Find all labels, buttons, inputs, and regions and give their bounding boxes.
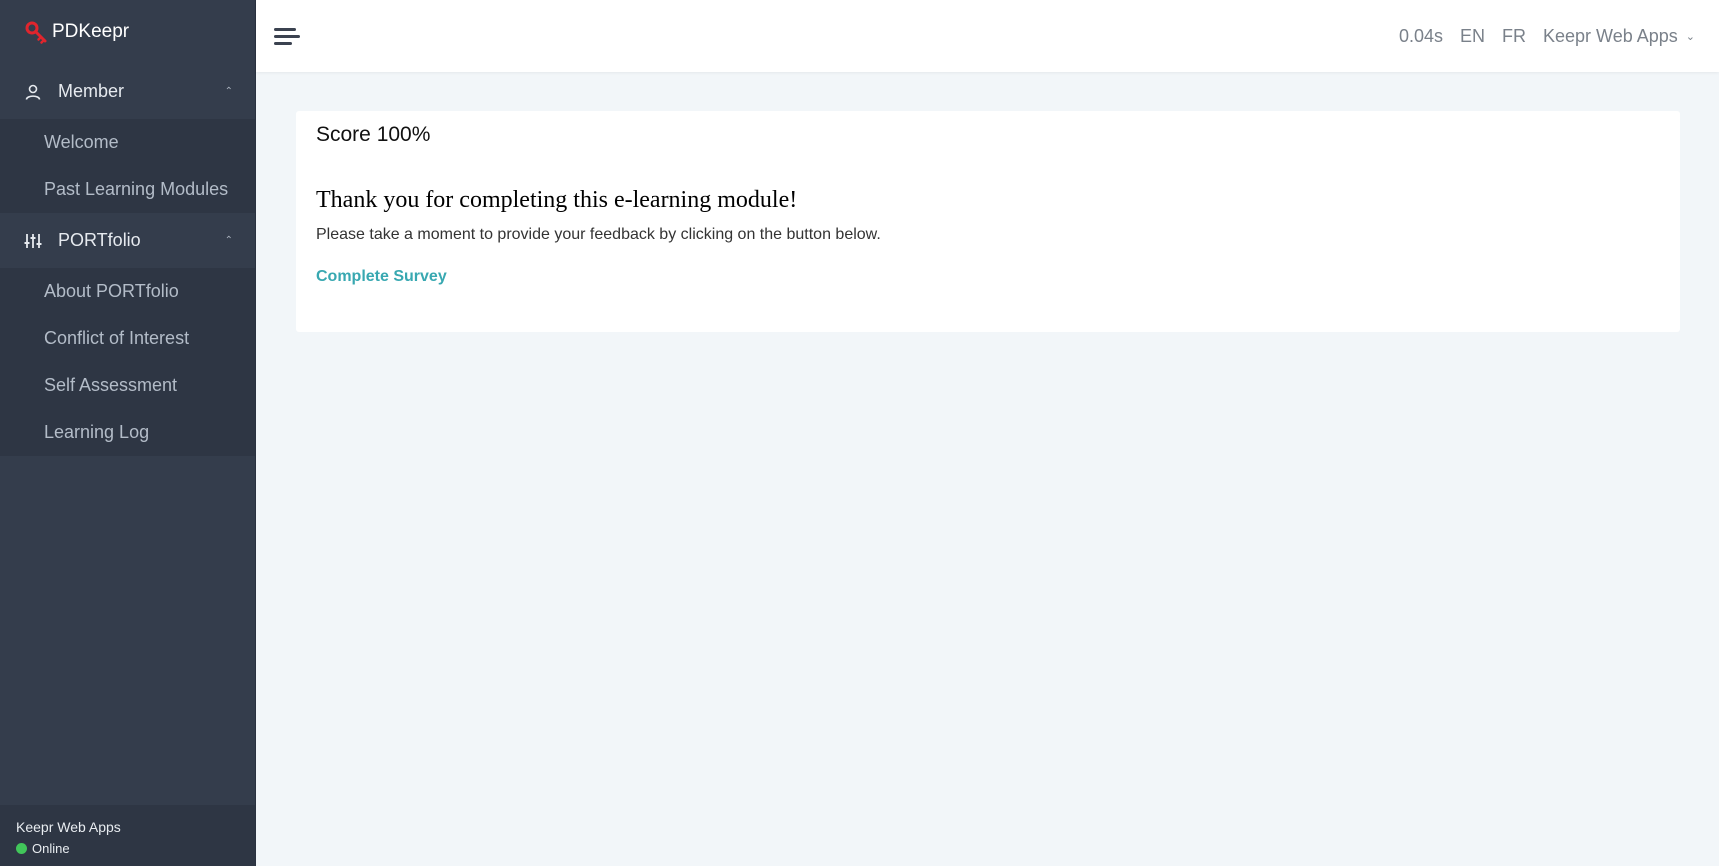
status-label: Online xyxy=(32,841,70,856)
sidebar-group-member: Member ⌃ Welcome Past Learning Modules xyxy=(0,64,255,213)
score-text: Score 100% xyxy=(316,123,431,146)
sliders-icon xyxy=(24,232,42,250)
feedback-message: Please take a moment to provide your fee… xyxy=(316,226,881,243)
chevron-up-icon: ⌃ xyxy=(224,235,233,246)
sidebar-group-header-member[interactable]: Member ⌃ xyxy=(0,64,255,119)
sidebar-footer: Keepr Web Apps Online xyxy=(0,805,255,866)
brand[interactable]: PDKeepr xyxy=(0,0,255,64)
sidebar-submenu-portfolio: About PORTfolio Conflict of Interest Sel… xyxy=(0,268,255,456)
result-card: Score 100% Thank you for completing this… xyxy=(296,111,1680,332)
sidebar-item-learning-log[interactable]: Learning Log xyxy=(0,409,255,456)
header-right: 0.04s EN FR Keepr Web Apps ⌄ xyxy=(1382,26,1695,47)
menu-toggle-icon[interactable] xyxy=(274,21,304,51)
sidebar-group-portfolio: PORTfolio ⌃ About PORTfolio Conflict of … xyxy=(0,213,255,456)
sidebar-item-about-portfolio[interactable]: About PORTfolio xyxy=(0,268,255,315)
completion-heading: Thank you for completing this e-learning… xyxy=(316,187,798,213)
chevron-up-icon: ⌃ xyxy=(224,86,233,97)
language-en-link[interactable]: EN xyxy=(1460,26,1485,47)
sidebar-group-header-portfolio[interactable]: PORTfolio ⌃ xyxy=(0,213,255,268)
sidebar-group-label: PORTfolio xyxy=(58,230,141,250)
sidebar-group-label: Member xyxy=(58,81,125,101)
online-status-dot xyxy=(16,843,27,854)
sidebar: PDKeepr Member ⌃ Welcome Past Learning M… xyxy=(0,0,256,866)
user-menu[interactable]: Keepr Web Apps ⌄ xyxy=(1543,26,1695,47)
sidebar-item-conflict-of-interest[interactable]: Conflict of Interest xyxy=(0,315,255,362)
language-fr-link[interactable]: FR xyxy=(1502,26,1526,47)
top-bar: 0.04s EN FR Keepr Web Apps ⌄ xyxy=(256,0,1719,72)
chevron-down-icon: ⌄ xyxy=(1685,30,1695,43)
status-indicator: Online xyxy=(16,841,255,856)
user-icon xyxy=(24,83,42,101)
sidebar-item-past-learning-modules[interactable]: Past Learning Modules xyxy=(0,166,255,213)
user-menu-label: Keepr Web Apps xyxy=(1543,25,1678,46)
sidebar-item-welcome[interactable]: Welcome xyxy=(0,119,255,166)
footer-org-name: Keepr Web Apps xyxy=(16,819,121,835)
key-icon xyxy=(24,20,52,44)
complete-survey-link[interactable]: Complete Survey xyxy=(316,268,447,286)
sidebar-item-self-assessment[interactable]: Self Assessment xyxy=(0,362,255,409)
brand-name: PDKeepr xyxy=(52,21,130,42)
sidebar-submenu-member: Welcome Past Learning Modules xyxy=(0,119,255,213)
page-load-time: 0.04s xyxy=(1398,25,1443,46)
